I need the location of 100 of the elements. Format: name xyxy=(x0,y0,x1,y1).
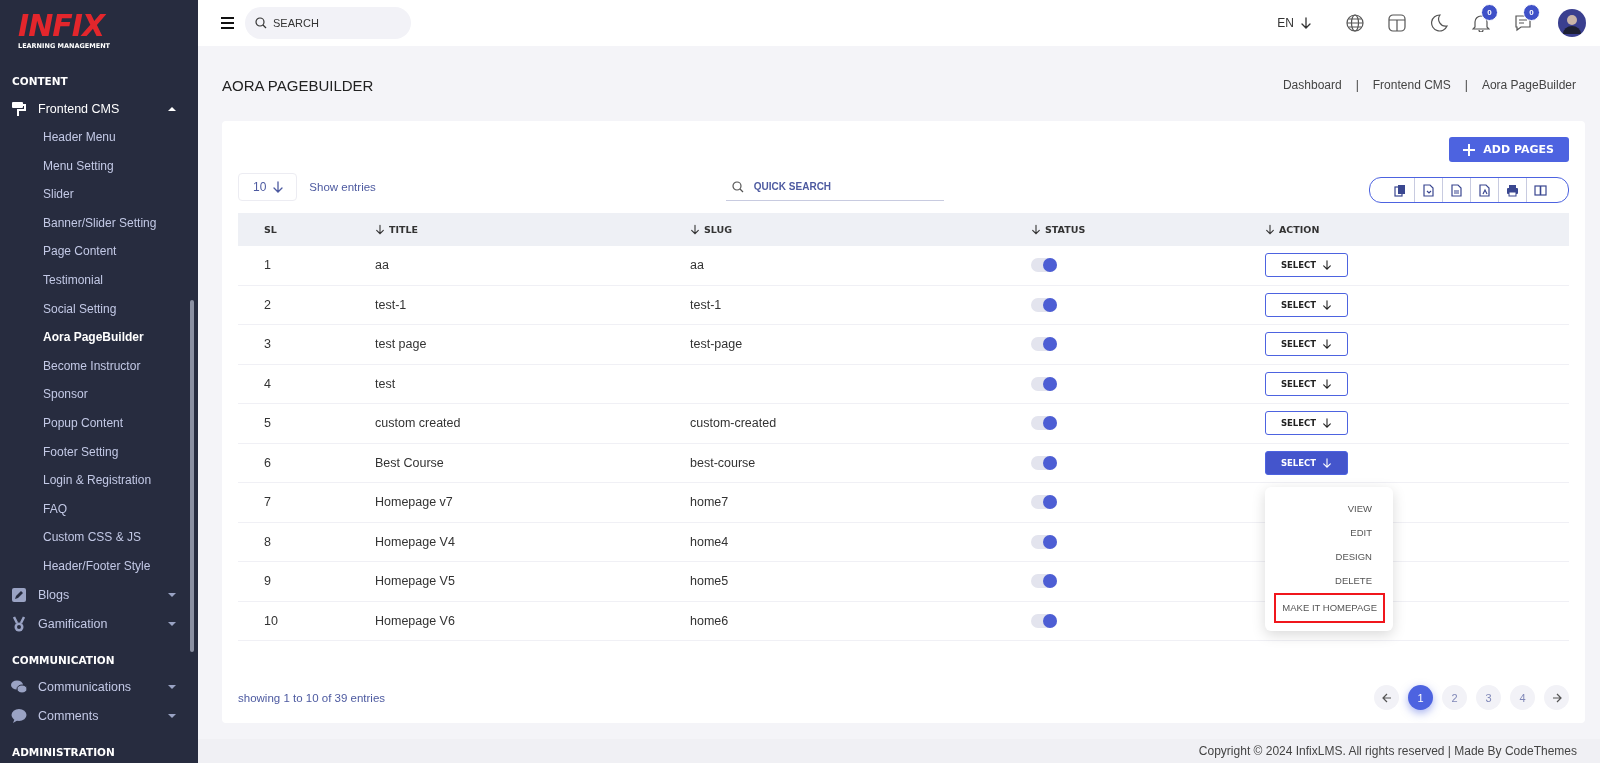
sidebar-subitem[interactable]: Footer Setting xyxy=(0,437,198,467)
breadcrumb-separator: | xyxy=(1355,78,1359,92)
status-toggle[interactable] xyxy=(1031,297,1057,312)
menu-item[interactable]: MAKE IT HOMEPAGE xyxy=(1276,594,1383,621)
column-header: TITLE xyxy=(389,224,419,235)
sidebar-subitem[interactable]: Aora PageBuilder xyxy=(0,323,198,352)
sidebar-subitem[interactable]: Login & Registration xyxy=(0,466,198,495)
sidebar-item[interactable]: Frontend CMS xyxy=(0,94,198,123)
status-toggle[interactable] xyxy=(1031,574,1057,589)
file-icon[interactable] xyxy=(1478,183,1491,197)
menu-item[interactable]: EDIT xyxy=(1344,520,1390,545)
menu-icon[interactable] xyxy=(220,16,235,30)
avatar[interactable] xyxy=(1558,9,1586,37)
copy-icon[interactable] xyxy=(1393,183,1407,197)
file-icon[interactable] xyxy=(1450,183,1463,197)
table-cell-text: custom created xyxy=(375,416,462,431)
table-cell-text: home7 xyxy=(690,495,730,510)
table-cell-text: Homepage V4 xyxy=(375,534,456,549)
column-header: SL xyxy=(264,224,277,235)
sidebar-subitem[interactable]: Social Setting xyxy=(0,294,198,324)
table-cell-text: test-page xyxy=(690,337,744,352)
bell-icon[interactable] xyxy=(1472,14,1490,32)
add-pages-button[interactable]: ADD PAGES xyxy=(1449,137,1569,162)
column-header: SLUG xyxy=(704,224,733,235)
layout-icon[interactable] xyxy=(1388,14,1406,32)
sort-arrow-icon[interactable] xyxy=(1031,224,1041,235)
table-cell-text: best-course xyxy=(690,455,757,470)
section-heading: ADMINISTRATION xyxy=(11,744,116,760)
select-button[interactable]: SELECT xyxy=(1265,450,1348,475)
arrow-down-icon xyxy=(1322,339,1333,350)
breadcrumb-link[interactable]: Aora PageBuilder xyxy=(1481,78,1576,92)
status-toggle[interactable] xyxy=(1031,455,1057,470)
sort-arrow-icon[interactable] xyxy=(690,224,700,235)
table-cell-text: Homepage v7 xyxy=(375,495,454,510)
select-button[interactable]: SELECT xyxy=(1265,292,1348,317)
table-cell-text: home4 xyxy=(690,534,730,549)
chat-icon[interactable] xyxy=(1514,14,1532,32)
sidebar-subitem[interactable]: Header Menu xyxy=(0,123,198,152)
sidebar-subitem[interactable]: Menu Setting xyxy=(0,151,198,181)
notification-badge: 0 xyxy=(1523,4,1540,21)
status-toggle[interactable] xyxy=(1031,613,1057,628)
sort-arrow-icon[interactable] xyxy=(1265,224,1275,235)
print-icon[interactable] xyxy=(1506,183,1519,197)
sort-arrow-icon[interactable] xyxy=(375,224,385,235)
sidebar-subitem[interactable]: FAQ xyxy=(0,494,198,524)
select-button[interactable]: SELECT xyxy=(1265,411,1348,436)
page-button[interactable]: 1 xyxy=(1408,685,1433,710)
sidebar-subitem[interactable]: Sponsor xyxy=(0,380,198,409)
file-icon[interactable] xyxy=(1422,183,1435,197)
status-toggle[interactable] xyxy=(1031,258,1057,273)
sidebar-subitem[interactable]: Testimonial xyxy=(0,265,198,295)
arrow-down-icon xyxy=(1322,299,1333,310)
sidebar-subitem[interactable]: Banner/Slider Setting xyxy=(0,208,198,238)
status-toggle[interactable] xyxy=(1031,376,1057,391)
arrow-left-icon[interactable] xyxy=(1381,692,1392,703)
caret-icon xyxy=(168,621,176,627)
select-button[interactable]: SELECT xyxy=(1265,371,1348,396)
table-cell-text: 6 xyxy=(263,455,272,470)
select-button[interactable]: SELECT xyxy=(1265,253,1348,278)
sidebar-item[interactable]: Communications xyxy=(0,672,198,702)
table-cell-text: home5 xyxy=(690,574,730,589)
moon-icon[interactable] xyxy=(1430,14,1448,32)
columns-icon[interactable] xyxy=(1534,183,1547,197)
caret-icon xyxy=(168,713,176,719)
page-size-select[interactable]: 10 xyxy=(238,173,298,201)
sidebar-subitem[interactable]: Header/Footer Style xyxy=(0,551,198,581)
chat-icon xyxy=(11,679,27,695)
table-cell-text: custom-created xyxy=(690,416,778,431)
status-toggle[interactable] xyxy=(1031,337,1057,352)
column-header: STATUS xyxy=(1045,224,1086,235)
sidebar-item[interactable]: Gamification xyxy=(0,609,198,639)
arrow-right-icon[interactable] xyxy=(1551,692,1562,703)
status-toggle[interactable] xyxy=(1031,416,1057,431)
sidebar-subitem[interactable]: Slider xyxy=(0,180,198,209)
sidebar-item[interactable]: Blogs xyxy=(0,580,198,610)
sidebar-subitem[interactable]: Popup Content xyxy=(0,408,198,438)
medal-icon xyxy=(11,616,27,632)
scrollbar[interactable] xyxy=(190,300,194,652)
menu-item[interactable]: VIEW xyxy=(1341,496,1390,521)
select-button[interactable]: SELECT xyxy=(1265,332,1348,357)
table-cell-text: Homepage V6 xyxy=(375,613,456,628)
menu-item[interactable]: DESIGN xyxy=(1329,544,1390,569)
sidebar-subitem[interactable]: Become Instructor xyxy=(0,351,198,381)
breadcrumb-link[interactable]: Dashboard xyxy=(1282,78,1342,92)
status-toggle[interactable] xyxy=(1031,495,1057,510)
sidebar-item[interactable]: Comments xyxy=(0,701,198,731)
sidebar-subitem[interactable]: Custom CSS & JS xyxy=(0,523,198,552)
table-cell-text: 8 xyxy=(263,534,272,549)
notification-badge: 0 xyxy=(1481,4,1498,21)
search-field[interactable]: SEARCH xyxy=(245,7,411,39)
globe-icon[interactable] xyxy=(1346,14,1364,32)
table-cell-text: aa xyxy=(375,258,390,273)
status-toggle[interactable] xyxy=(1031,534,1057,549)
breadcrumb-link[interactable]: Frontend CMS xyxy=(1372,78,1451,92)
table-cell-text: test-1 xyxy=(690,297,723,312)
table-cell-text: 1 xyxy=(263,258,272,273)
language-selector[interactable]: EN xyxy=(1277,16,1312,30)
menu-item[interactable]: DELETE xyxy=(1329,568,1390,593)
roller-icon xyxy=(11,100,27,117)
sidebar-subitem[interactable]: Page Content xyxy=(0,237,198,266)
